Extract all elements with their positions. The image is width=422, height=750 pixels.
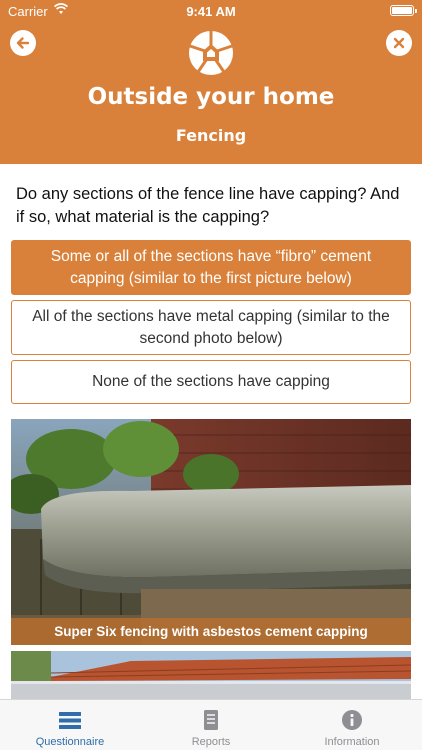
status-bar: Carrier 9:41 AM [0,0,422,22]
tab-reports[interactable]: Reports [141,700,281,750]
close-button[interactable] [386,30,412,56]
answer-option-fibro-capping[interactable]: Some or all of the sections have “fibro”… [11,240,411,295]
back-button[interactable] [10,30,36,56]
tab-information-label: Information [324,736,380,748]
page-title: Outside your home [87,84,335,110]
header-bar: Carrier 9:41 AM Outside your home Fencin… [0,0,422,164]
close-icon [393,37,405,49]
answer-option-no-capping[interactable]: None of the sections have capping [11,360,411,404]
tab-questionnaire[interactable]: Questionnaire [0,700,140,750]
document-icon [204,710,218,730]
photo-caption: Super Six fencing with asbestos cement c… [11,618,411,645]
fence-cement-capping-image [11,419,411,645]
fence-photo-cement-capping: Super Six fencing with asbestos cement c… [11,419,411,645]
info-icon [342,710,362,730]
tab-questionnaire-label: Questionnaire [35,736,105,748]
list-icon [59,712,81,729]
arrow-left-icon [16,37,30,49]
tab-information[interactable]: Information [282,700,422,750]
fence-metal-capping-image [11,651,411,699]
answer-option-metal-capping[interactable]: All of the sections have metal capping (… [11,300,411,355]
tab-reports-label: Reports [191,736,231,748]
battery-icon [390,5,417,16]
fence-photo-metal-capping [11,651,411,699]
tab-bar: Questionnaire Reports Information [0,699,422,750]
page-subtitle: Fencing [175,126,247,145]
question-text: Do any sections of the fence line have c… [16,185,400,226]
status-time: 9:41 AM [186,4,236,19]
home-logo-icon [189,30,233,75]
